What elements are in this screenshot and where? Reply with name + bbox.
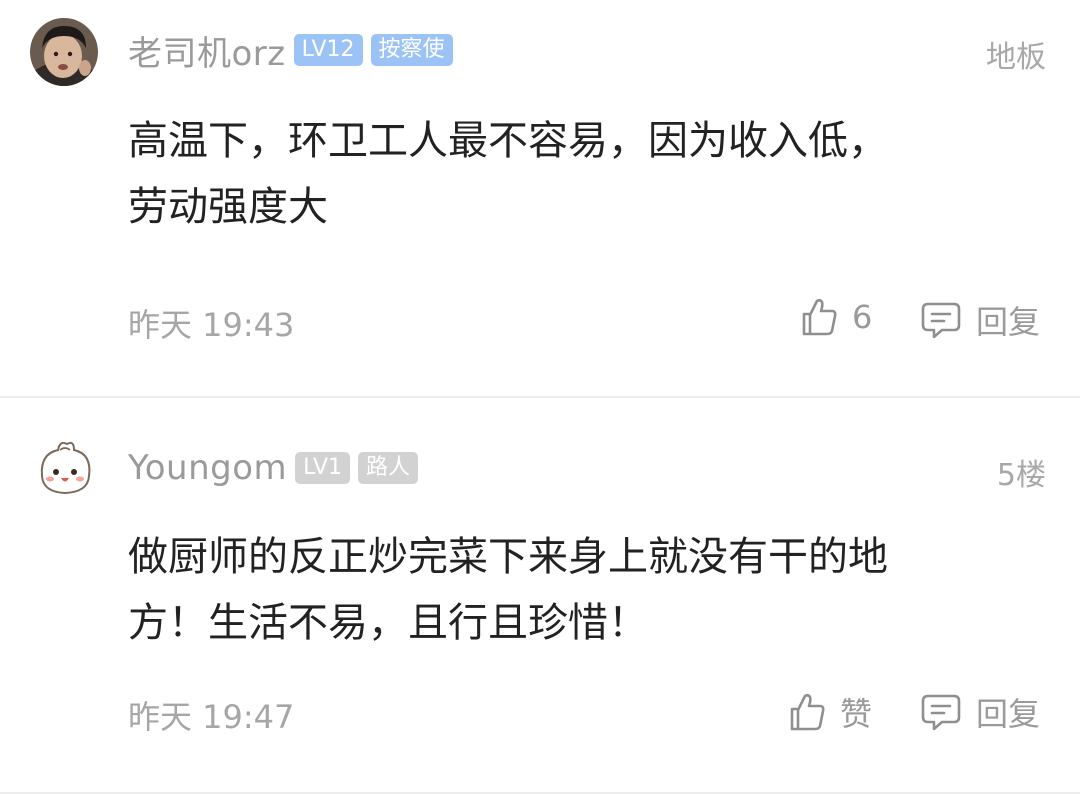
reply-label: 回复 (976, 303, 1041, 341)
thumbs-up-icon (790, 693, 825, 731)
level-badge: LV1 (295, 452, 351, 484)
comment-text-line: 劳动强度大 (128, 184, 328, 230)
bun-mascot-avatar (40, 441, 91, 495)
avatar[interactable] (30, 18, 98, 86)
like-button[interactable]: 赞 (788, 689, 872, 735)
reply-label: 回复 (976, 695, 1041, 733)
floor-label: 地板 (986, 40, 1046, 75)
comment-text-line: 做厨师的反正炒完菜下来身上就没有干的地 (128, 534, 888, 580)
comment-text: 高温下，环卫工人最不容易，因为收入低， 劳动强度大 (128, 108, 1028, 240)
user-photo-avatar (30, 18, 98, 86)
comment-bubble-icon (921, 694, 961, 731)
reply-button[interactable]: 回复 (920, 297, 1040, 343)
comment-text-line: 方！生活不易，且行且珍惜！ (128, 600, 648, 646)
like-count: 6 (852, 298, 873, 336)
comment-item: 老司机orz LV12 按察使 地板 高温下，环卫工人最不容易，因为收入低， 劳… (0, 0, 1080, 396)
title-badge: 路人 (358, 452, 419, 484)
comment-item: Youngom LV1 路人 5楼 做厨师的反正炒完菜下来身上就没有干的地 方！… (0, 398, 1080, 794)
timestamp: 昨天 19:43 (128, 306, 295, 344)
like-label: 赞 (840, 695, 873, 733)
username[interactable]: Youngom (128, 448, 287, 488)
like-button[interactable]: 6 (800, 297, 872, 337)
comment-header: Youngom LV1 路人 (128, 448, 419, 488)
floor-label: 5楼 (996, 458, 1046, 493)
title-badge: 按察使 (370, 34, 453, 66)
comment-header: 老司机orz LV12 按察使 (128, 30, 453, 74)
comment-text: 做厨师的反正炒完菜下来身上就没有干的地 方！生活不易，且行且珍惜！ (128, 524, 1028, 656)
username[interactable]: 老司机orz (128, 26, 286, 75)
comment-bubble-icon (921, 302, 961, 339)
thumbs-up-icon (802, 298, 837, 336)
timestamp: 昨天 19:47 (128, 698, 295, 736)
reply-button[interactable]: 回复 (920, 689, 1040, 735)
level-badge: LV12 (293, 34, 363, 66)
avatar[interactable] (34, 436, 96, 498)
comment-text-line: 高温下，环卫工人最不容易，因为收入低， (128, 118, 888, 164)
